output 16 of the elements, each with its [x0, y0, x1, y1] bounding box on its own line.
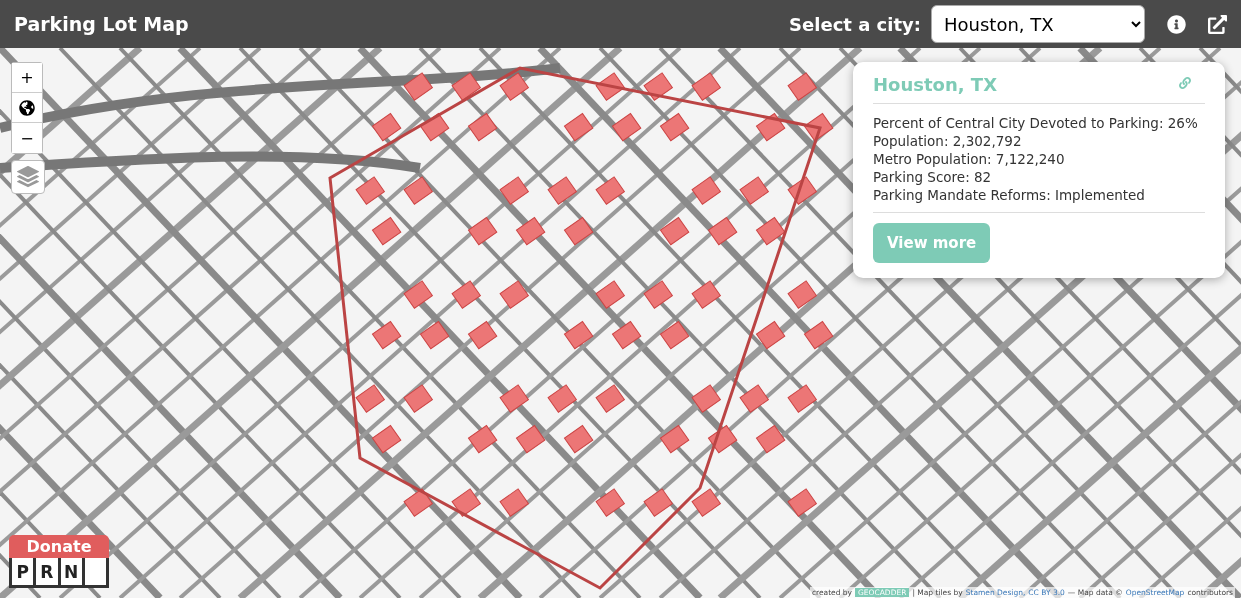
donate-button[interactable]: Donate — [9, 535, 109, 558]
external-link-icon[interactable] — [1208, 14, 1227, 34]
app-title: Parking Lot Map — [14, 13, 190, 35]
prn-logo: P R N — [9, 558, 109, 588]
popup-stat: Parking Score: 82 — [873, 168, 993, 186]
popup-stat: Population: 2,302,792 — [873, 132, 1023, 150]
popup-stat: Metro Population: 7,122,240 — [873, 150, 1066, 168]
city-select[interactable]: Houston, TX — [931, 5, 1145, 43]
popup-stat: Parking Mandate Reforms: Implemented — [873, 186, 1146, 204]
popup-stat: Percent of Central City Devoted to Parking: 26% — [873, 114, 1199, 132]
globe-icon — [19, 99, 35, 116]
zoom-in-button[interactable]: + — [12, 63, 42, 93]
city-label: Select a city: — [789, 13, 921, 35]
layers-button[interactable] — [11, 160, 45, 194]
info-icon[interactable] — [1167, 14, 1186, 34]
popup-title: Houston, TX — [873, 74, 997, 95]
